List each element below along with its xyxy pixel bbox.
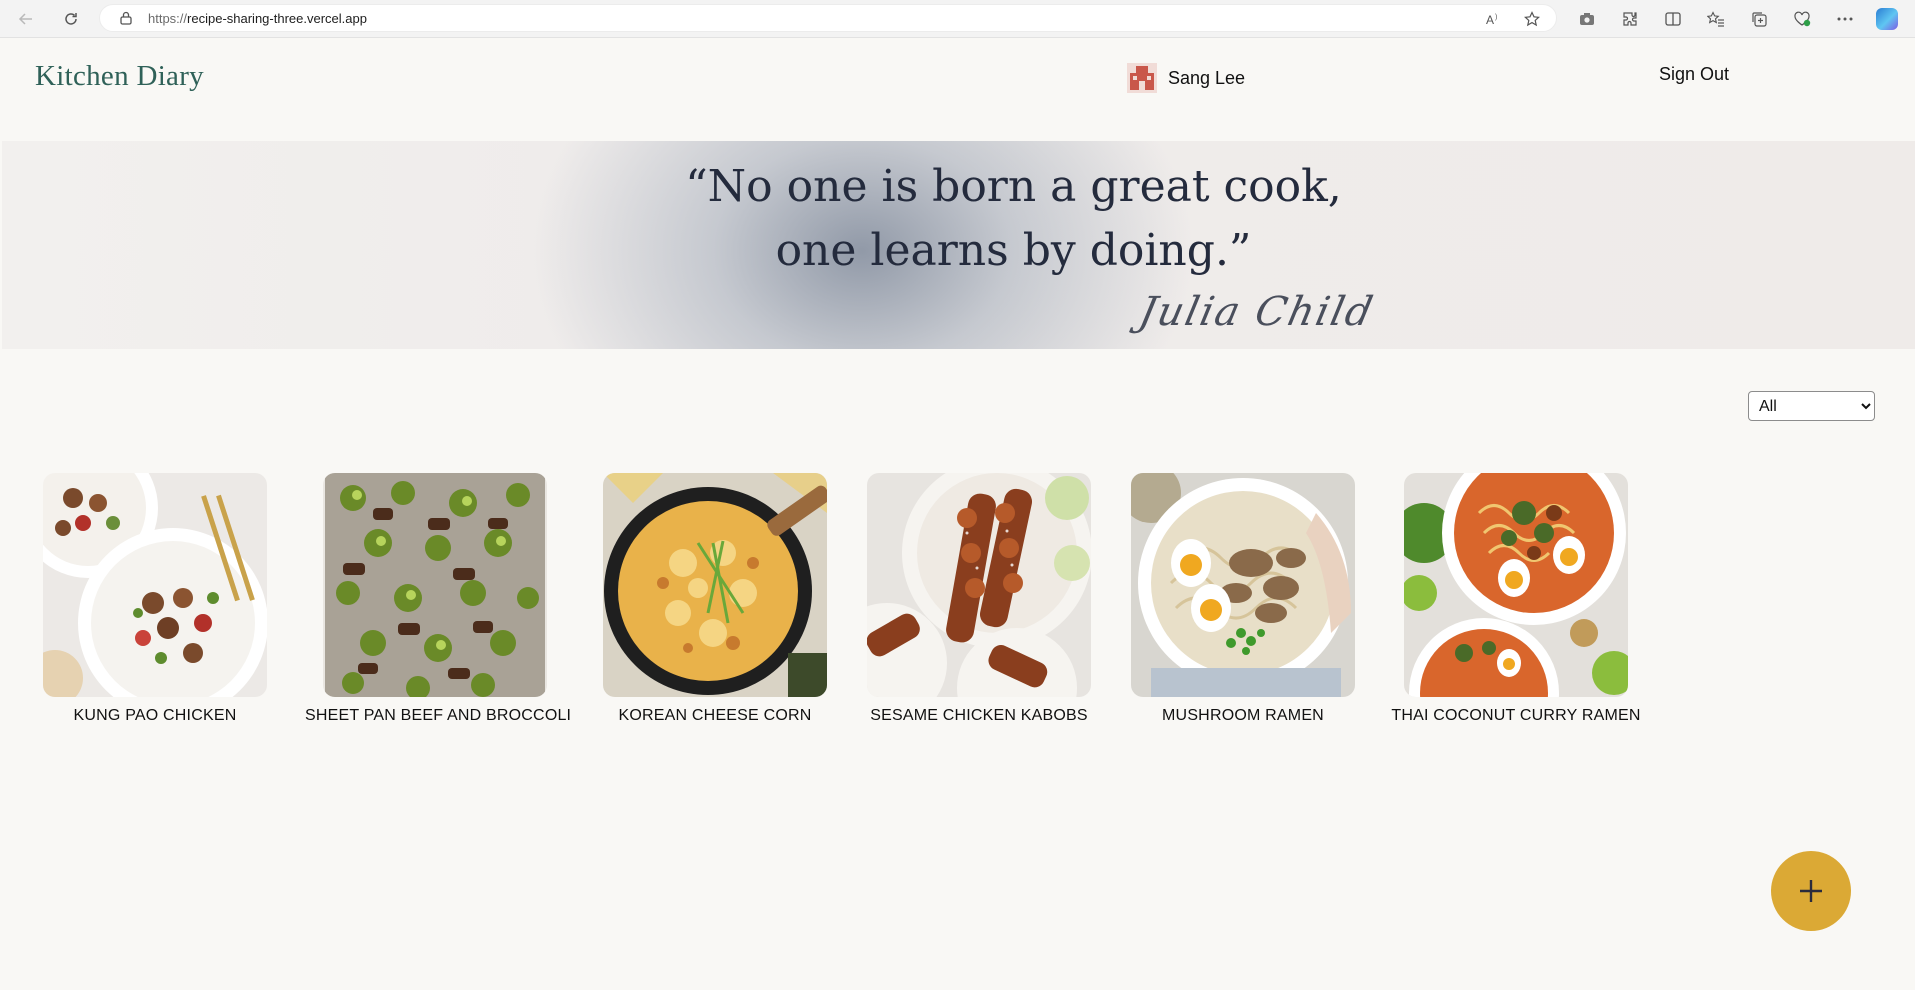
lock-icon[interactable]: [118, 10, 134, 26]
recipe-card[interactable]: SHEET PAN BEEF AND BROCCOLI: [305, 473, 571, 725]
category-filter-select[interactable]: All: [1748, 391, 1875, 421]
url-scheme: https://: [148, 10, 188, 26]
recipe-card[interactable]: THAI COCONUT CURRY RAMEN: [1386, 473, 1646, 725]
recipe-image[interactable]: [43, 473, 267, 697]
recipe-title[interactable]: KUNG PAO CHICKEN: [25, 707, 285, 725]
recipe-image[interactable]: [323, 473, 547, 697]
recipe-image[interactable]: [1404, 473, 1628, 697]
quote-author-signature: Julia Child: [1135, 289, 1379, 335]
address-bar[interactable]: https://recipe-sharing-three.vercel.app …: [99, 4, 1557, 32]
screenshot-icon[interactable]: [1575, 9, 1599, 29]
site-header: Kitchen Diary Sang Lee Sign Out: [0, 38, 1915, 141]
favorites-icon[interactable]: [1704, 9, 1728, 29]
quote-line-2: one learns by doing.”: [775, 225, 1252, 276]
copilot-icon[interactable]: [1876, 8, 1898, 30]
hero-quote-banner: “No one is born a great cook, one learns…: [2, 141, 1915, 349]
split-screen-icon[interactable]: [1661, 9, 1685, 29]
reload-icon[interactable]: [58, 6, 84, 32]
recipe-grid: KUNG PAO CHICKEN SHEET PAN BEEF AND BROC…: [0, 473, 1915, 733]
recipe-image[interactable]: [867, 473, 1091, 697]
recipe-image[interactable]: [1131, 473, 1355, 697]
url-text[interactable]: https://recipe-sharing-three.vercel.app: [148, 11, 367, 26]
browser-toolbar: https://recipe-sharing-three.vercel.app …: [0, 0, 1915, 38]
collections-icon[interactable]: [1747, 9, 1771, 29]
recipe-title[interactable]: SHEET PAN BEEF AND BROCCOLI: [305, 707, 571, 725]
url-host: recipe-sharing-three.vercel.app: [187, 10, 367, 26]
read-aloud-icon[interactable]: A): [1484, 9, 1504, 29]
recipe-title[interactable]: MUSHROOM RAMEN: [1113, 707, 1373, 725]
sign-out-button[interactable]: Sign Out: [1659, 64, 1729, 85]
recipe-card[interactable]: SESAME CHICKEN KABOBS: [849, 473, 1109, 725]
recipe-image[interactable]: [603, 473, 827, 697]
back-icon[interactable]: [13, 6, 39, 32]
extensions-icon[interactable]: [1618, 9, 1642, 29]
recipe-card[interactable]: KUNG PAO CHICKEN: [25, 473, 285, 725]
recipe-title[interactable]: THAI COCONUT CURRY RAMEN: [1386, 707, 1646, 725]
quote-line-1: “No one is born a great cook,: [685, 161, 1342, 212]
add-recipe-button[interactable]: [1771, 851, 1851, 931]
plus-icon: [1800, 880, 1822, 902]
more-icon[interactable]: [1833, 9, 1857, 29]
user-name: Sang Lee: [1168, 67, 1246, 88]
user-profile[interactable]: Sang Lee: [1127, 63, 1245, 93]
recipe-title[interactable]: SESAME CHICKEN KABOBS: [849, 707, 1109, 725]
recipe-card[interactable]: KOREAN CHEESE CORN: [585, 473, 845, 725]
svg-text:A: A: [1486, 13, 1494, 26]
recipe-title[interactable]: KOREAN CHEESE CORN: [585, 707, 845, 725]
svg-text:): ): [1495, 14, 1497, 21]
recipe-card[interactable]: MUSHROOM RAMEN: [1113, 473, 1373, 725]
avatar[interactable]: [1127, 63, 1157, 93]
browser-essentials-icon[interactable]: [1790, 9, 1814, 29]
site-logo[interactable]: Kitchen Diary: [35, 60, 204, 93]
favorite-star-icon[interactable]: [1522, 9, 1542, 29]
hero-quote: “No one is born a great cook, one learns…: [2, 155, 1915, 283]
